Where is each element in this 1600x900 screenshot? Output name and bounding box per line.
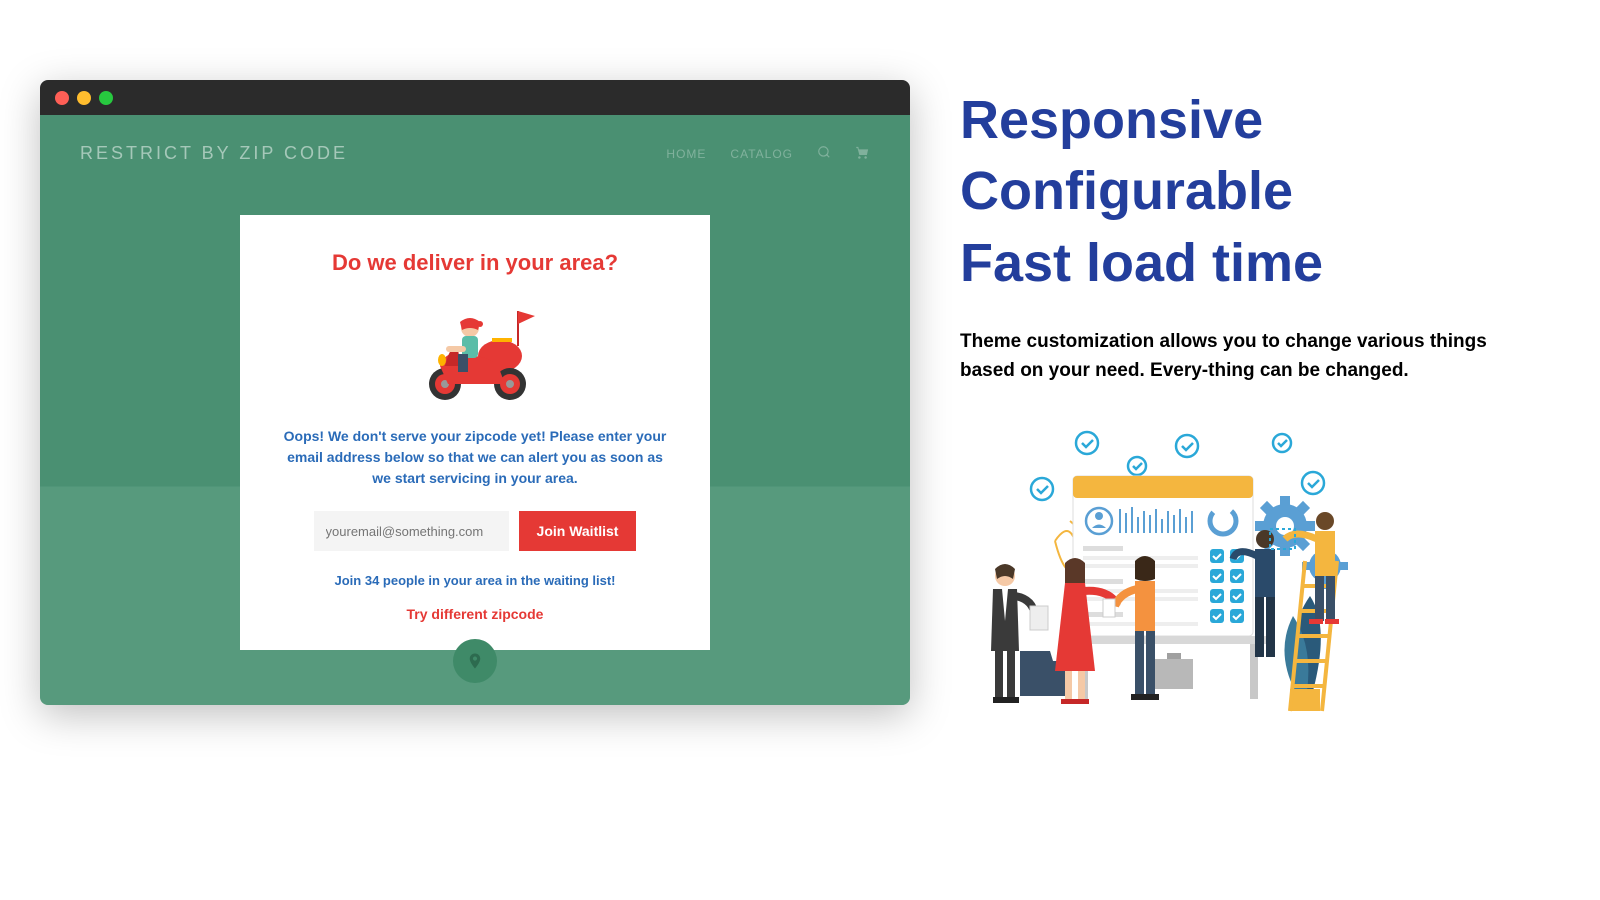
maximize-icon[interactable]: [99, 91, 113, 105]
waitlist-count-text: Join 34 people in your area in the waiti…: [270, 573, 680, 588]
heading-configurable: Configurable: [960, 156, 1500, 227]
cart-icon[interactable]: [855, 145, 870, 163]
site-nav: RESTRICT BY ZIP CODE HOME CATALOG: [40, 115, 910, 164]
nav-links: HOME CATALOG: [666, 145, 870, 163]
marketing-panel: Responsive Configurable Fast load time T…: [960, 80, 1500, 716]
search-icon[interactable]: [817, 145, 831, 162]
browser-window: RESTRICT BY ZIP CODE HOME CATALOG Do we …: [40, 80, 910, 705]
zipcode-modal: Do we deliver in your area?: [240, 215, 710, 650]
nav-link-home[interactable]: HOME: [666, 147, 706, 161]
browser-title-bar: [40, 80, 910, 115]
close-icon[interactable]: [55, 91, 69, 105]
marketing-headings: Responsive Configurable Fast load time: [960, 85, 1500, 299]
modal-title: Do we deliver in your area?: [270, 250, 680, 276]
location-pin-button[interactable]: [453, 639, 497, 683]
waitlist-form: Join Waitlist: [270, 511, 680, 551]
customization-illustration: [975, 421, 1355, 716]
nav-link-catalog[interactable]: CATALOG: [730, 147, 793, 161]
marketing-description: Theme customization allows you to change…: [960, 327, 1500, 386]
modal-message: Oops! We don't serve your zipcode yet! P…: [270, 426, 680, 489]
join-waitlist-button[interactable]: Join Waitlist: [519, 511, 637, 551]
email-field[interactable]: [314, 511, 509, 551]
site-title: RESTRICT BY ZIP CODE: [80, 143, 348, 164]
heading-fast-load: Fast load time: [960, 228, 1500, 299]
minimize-icon[interactable]: [77, 91, 91, 105]
delivery-scooter-icon: [400, 296, 550, 406]
page-content: RESTRICT BY ZIP CODE HOME CATALOG Do we …: [40, 115, 910, 705]
try-different-zipcode-link[interactable]: Try different zipcode: [270, 606, 680, 622]
heading-responsive: Responsive: [960, 85, 1500, 156]
